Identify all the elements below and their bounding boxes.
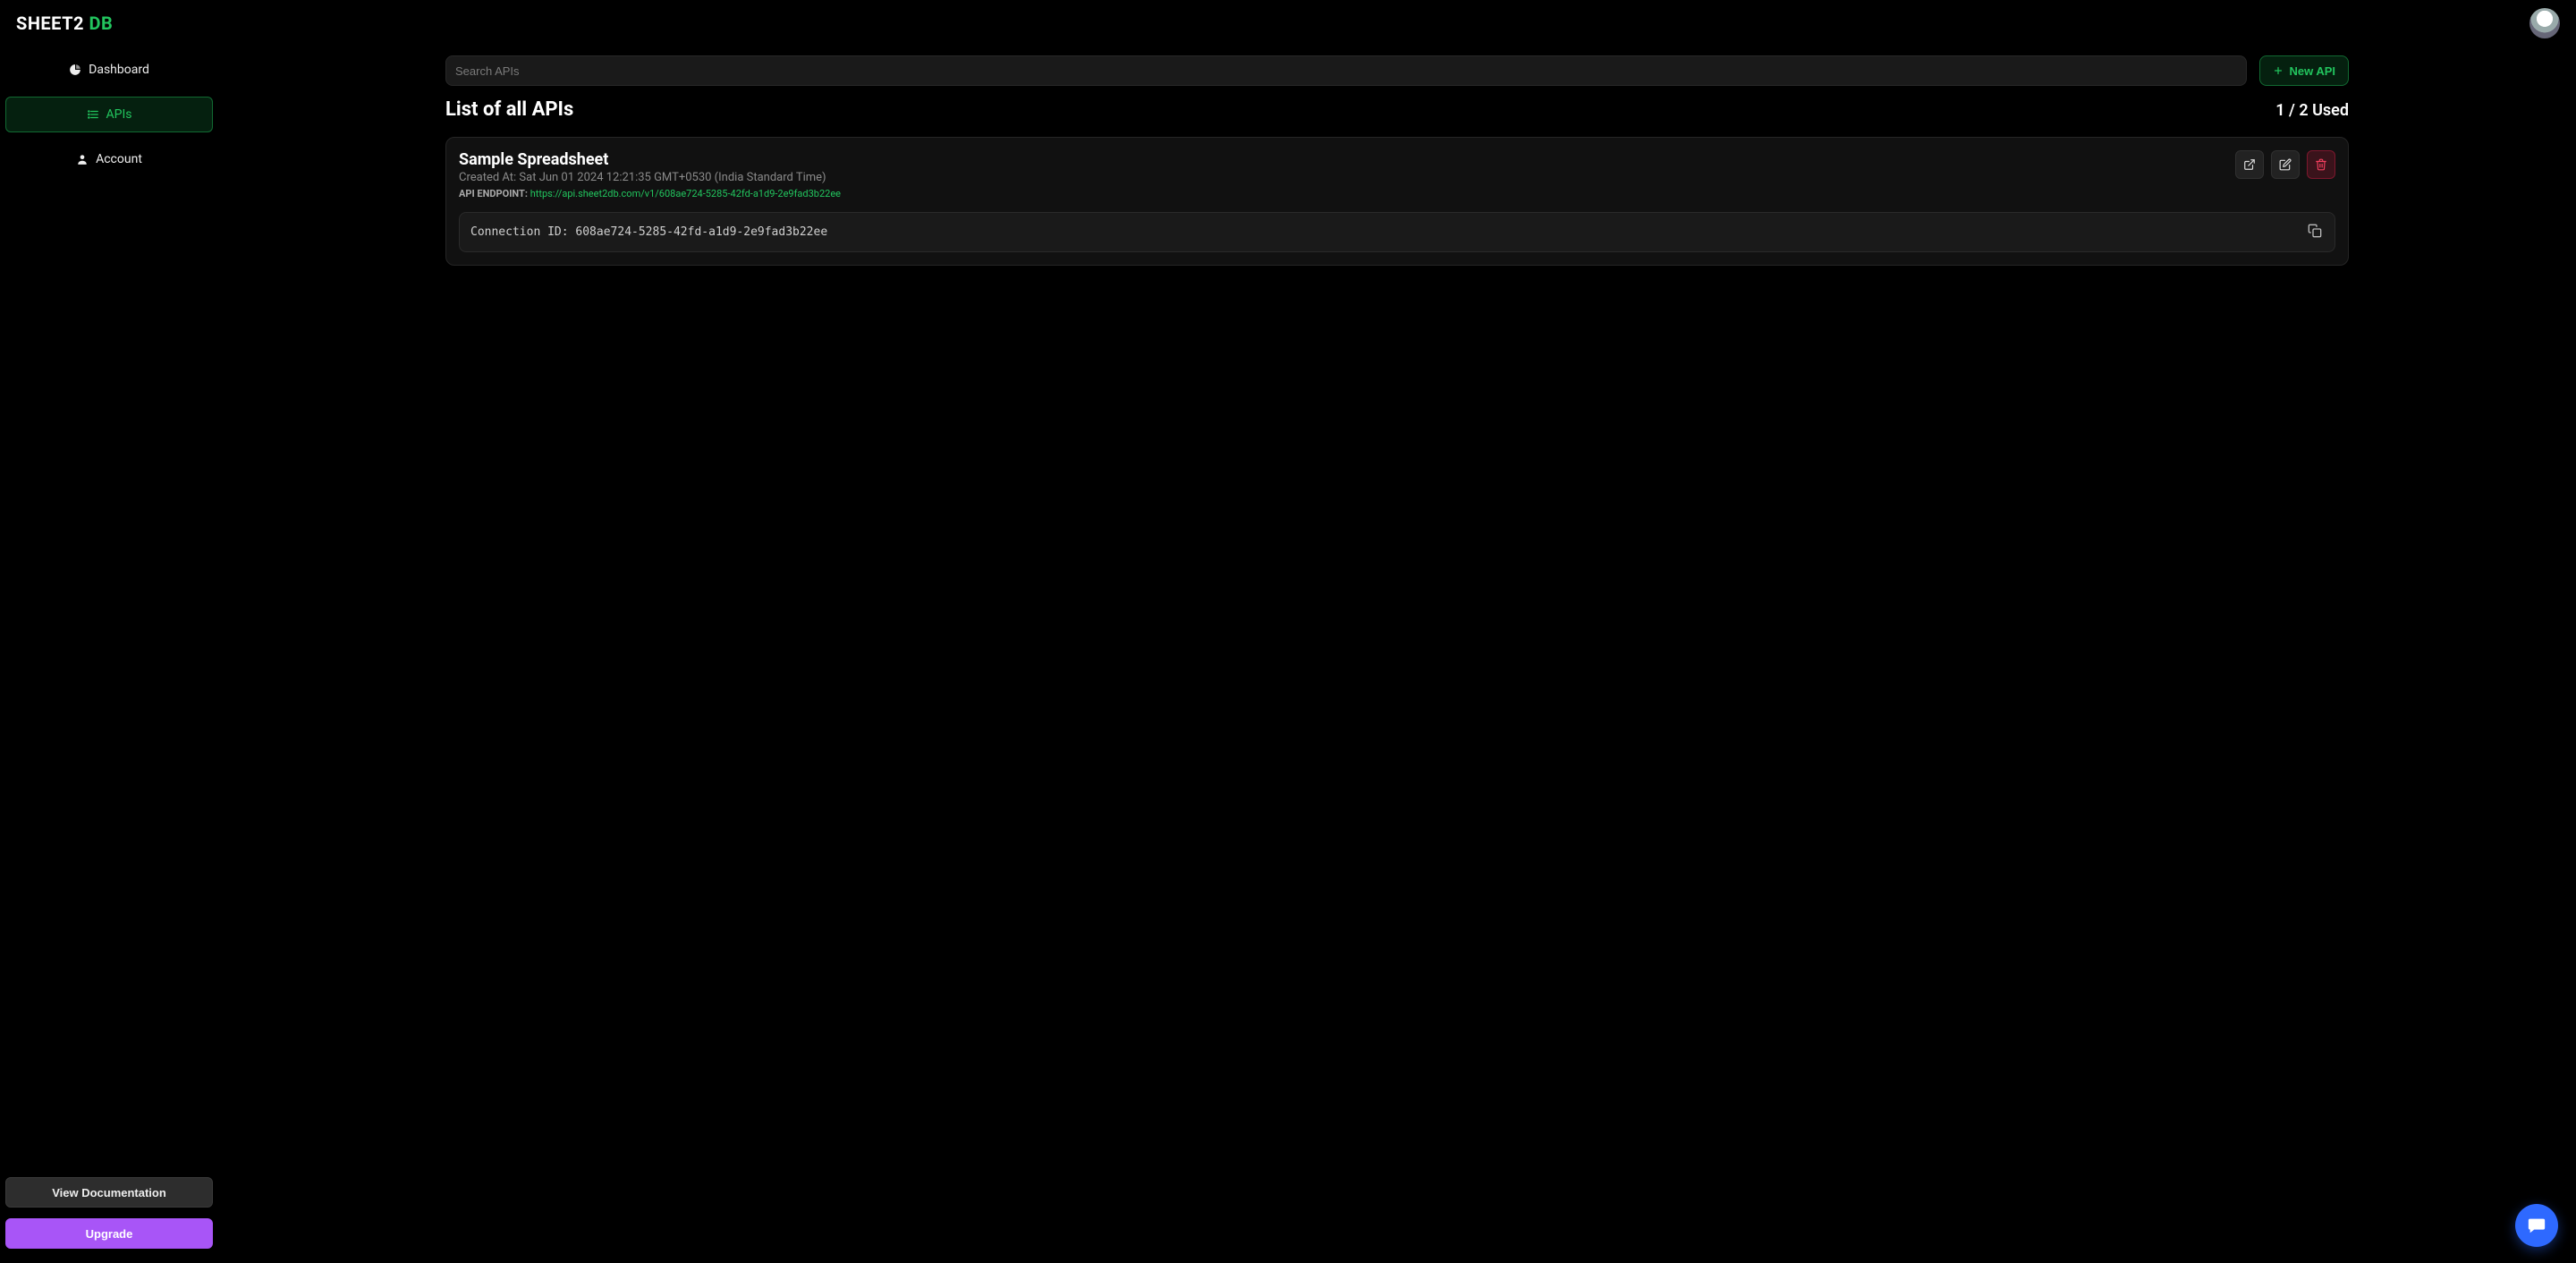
trash-icon [2315, 158, 2327, 171]
connection-label: Connection ID: [470, 225, 569, 239]
sidebar: Dashboard APIs Account View Documentatio… [0, 47, 218, 1263]
api-endpoint: API ENDPOINT: https://api.sheet2db.com/v… [459, 188, 841, 199]
list-icon [87, 108, 99, 121]
new-api-button[interactable]: New API [2259, 55, 2349, 86]
user-icon [76, 153, 89, 165]
api-title: Sample Spreadsheet [459, 150, 841, 169]
created-value: Sat Jun 01 2024 12:21:35 GMT+0530 (India… [519, 171, 826, 184]
delete-api-button[interactable] [2307, 150, 2335, 179]
brand-logo: SHEET2 DB [16, 13, 113, 34]
copy-connection-id-button[interactable] [2306, 222, 2324, 242]
sidebar-item-label: Dashboard [89, 63, 149, 77]
brand-part2: DB [89, 13, 113, 34]
search-wrap [445, 55, 2247, 86]
plus-icon [2273, 65, 2284, 76]
usage-counter: 1 / 2 Used [2275, 101, 2349, 120]
avatar[interactable] [2529, 8, 2560, 38]
sidebar-item-apis[interactable]: APIs [5, 97, 213, 132]
edit-api-button[interactable] [2271, 150, 2300, 179]
sidebar-nav: Dashboard APIs Account [5, 52, 213, 177]
created-label: Created At: [459, 171, 516, 184]
topbar: SHEET2 DB [0, 0, 2576, 47]
edit-icon [2279, 158, 2292, 171]
card-info: Sample Spreadsheet Created At: Sat Jun 0… [459, 150, 841, 199]
chat-icon [2527, 1216, 2546, 1235]
chat-button[interactable] [2515, 1204, 2558, 1247]
card-actions [2235, 150, 2335, 179]
brand-part1: SHEET2 [16, 13, 84, 34]
view-documentation-button[interactable]: View Documentation [5, 1177, 213, 1208]
sidebar-bottom: View Documentation Upgrade [5, 1177, 213, 1258]
list-header: List of all APIs 1 / 2 Used [445, 98, 2349, 121]
copy-icon [2308, 224, 2322, 238]
connection-text: Connection ID: 608ae724-5285-42fd-a1d9-2… [470, 225, 827, 239]
sidebar-item-label: APIs [106, 107, 132, 122]
api-created: Created At: Sat Jun 01 2024 12:21:35 GMT… [459, 171, 841, 184]
sidebar-item-dashboard[interactable]: Dashboard [5, 52, 213, 88]
sidebar-item-account[interactable]: Account [5, 141, 213, 177]
new-api-label: New API [2289, 64, 2335, 78]
external-link-icon [2243, 158, 2256, 171]
toolbar: New API [445, 55, 2349, 86]
connection-id-box: Connection ID: 608ae724-5285-42fd-a1d9-2… [459, 212, 2335, 252]
pie-chart-icon [69, 64, 81, 76]
main-content: New API List of all APIs 1 / 2 Used Samp… [218, 47, 2576, 1263]
sidebar-item-label: Account [96, 152, 142, 166]
connection-id: 608ae724-5285-42fd-a1d9-2e9fad3b22ee [575, 225, 827, 239]
api-card: Sample Spreadsheet Created At: Sat Jun 0… [445, 137, 2349, 266]
endpoint-label: API ENDPOINT: [459, 188, 528, 199]
open-api-button[interactable] [2235, 150, 2264, 179]
upgrade-button[interactable]: Upgrade [5, 1218, 213, 1249]
page-title: List of all APIs [445, 98, 573, 121]
endpoint-url[interactable]: https://api.sheet2db.com/v1/608ae724-528… [530, 188, 841, 199]
card-head: Sample Spreadsheet Created At: Sat Jun 0… [459, 150, 2335, 199]
search-input[interactable] [455, 64, 2237, 78]
